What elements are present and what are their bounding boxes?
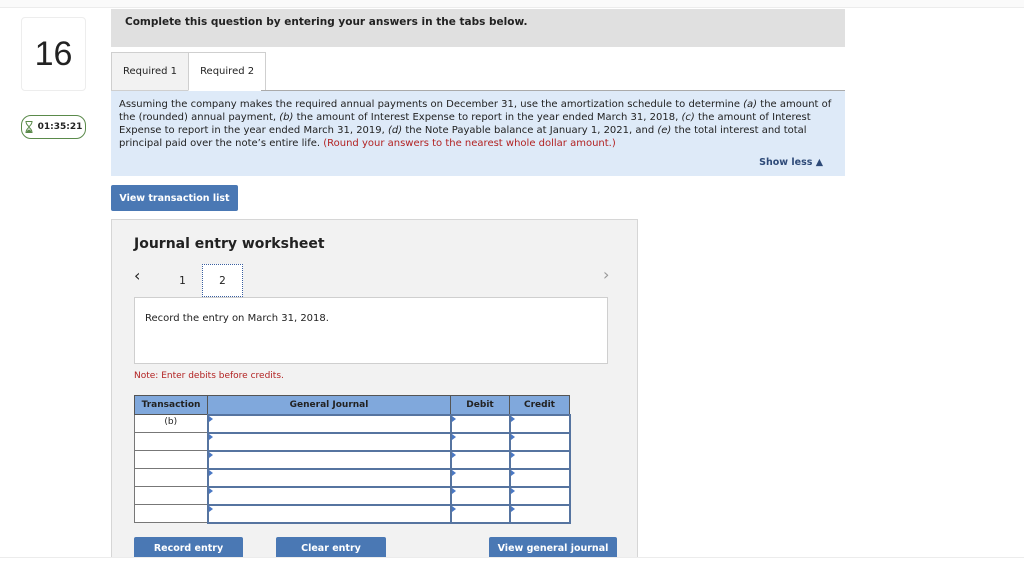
account-input[interactable] [206, 413, 452, 434]
debit-input[interactable] [449, 467, 511, 488]
account-input[interactable] [206, 467, 452, 488]
debit-input[interactable] [449, 413, 511, 434]
prompt-part-e: (e) [657, 125, 672, 136]
worksheet-page-2[interactable]: 2 [202, 264, 243, 297]
account-input[interactable] [206, 449, 452, 470]
debit-credit-note: Note: Enter debits before credits. [134, 371, 284, 381]
credit-input[interactable] [508, 449, 571, 470]
header-transaction: Transaction [134, 395, 208, 415]
show-less-toggle[interactable]: Show less ▲ [759, 156, 823, 169]
question-prompt: Assuming the company makes the required … [111, 91, 845, 176]
journal-row [134, 503, 571, 524]
prompt-part-d: (d) [388, 125, 403, 136]
bottom-bar [0, 557, 1024, 575]
prompt-text: the Note Payable balance at January 1, 2… [402, 125, 658, 136]
credit-input[interactable] [508, 413, 571, 434]
instructions-banner: Complete this question by entering your … [111, 9, 845, 47]
journal-row [134, 431, 571, 452]
transaction-cell [134, 450, 208, 469]
debit-input[interactable] [449, 449, 511, 470]
view-transaction-list-button[interactable]: View transaction list [111, 185, 238, 211]
prompt-text: Assuming the company makes the required … [119, 99, 744, 110]
timer-value: 01:35:21 [37, 122, 83, 132]
account-input[interactable] [206, 485, 452, 506]
prompt-part-b: (b) [279, 112, 294, 123]
header-debit: Debit [450, 395, 510, 415]
journal-table: Transaction General Journal Debit Credit… [134, 395, 571, 524]
debit-input[interactable] [449, 485, 511, 506]
credit-input[interactable] [508, 431, 571, 452]
tab-bar: Required 1 Required 2 [111, 52, 267, 91]
journal-entry-worksheet: Journal entry worksheet ‹ 1 2 › Record t… [111, 219, 638, 560]
journal-row [134, 485, 571, 506]
worksheet-page-1[interactable]: 1 [162, 264, 203, 297]
entry-instruction: Record the entry on March 31, 2018. [145, 313, 329, 324]
chevron-right-icon[interactable]: › [603, 265, 609, 284]
journal-row [134, 449, 571, 470]
transaction-cell [134, 504, 208, 523]
chevron-left-icon[interactable]: ‹ [134, 266, 140, 285]
entry-instruction-box: Record the entry on March 31, 2018. [134, 297, 608, 364]
debit-input[interactable] [449, 503, 511, 524]
prompt-part-c: (c) [681, 112, 695, 123]
prompt-text: the amount of Interest Expense to report… [293, 112, 682, 123]
instructions-text: Complete this question by entering your … [125, 16, 528, 28]
journal-row: (b) [134, 413, 571, 434]
credit-input[interactable] [508, 467, 571, 488]
timer-badge: 01:35:21 [21, 115, 86, 139]
transaction-cell [134, 486, 208, 505]
transaction-cell [134, 468, 208, 487]
header-credit: Credit [509, 395, 570, 415]
rounding-instruction: (Round your answers to the nearest whole… [323, 138, 616, 149]
credit-input[interactable] [508, 503, 571, 524]
transaction-cell: (b) [134, 414, 208, 433]
journal-header-row: Transaction General Journal Debit Credit [134, 395, 570, 415]
journal-row [134, 467, 571, 488]
account-input[interactable] [206, 503, 452, 524]
hourglass-icon [25, 121, 33, 133]
debit-input[interactable] [449, 431, 511, 452]
prompt-part-a: (a) [743, 99, 758, 110]
tab-required-2[interactable]: Required 2 [188, 52, 267, 91]
transaction-cell [134, 432, 208, 451]
credit-input[interactable] [508, 485, 571, 506]
top-bar [0, 0, 1024, 8]
tab-required-1[interactable]: Required 1 [111, 52, 190, 91]
worksheet-title: Journal entry worksheet [134, 236, 325, 252]
question-number: 16 [21, 17, 86, 91]
header-general-journal: General Journal [207, 395, 451, 415]
account-input[interactable] [206, 431, 452, 452]
